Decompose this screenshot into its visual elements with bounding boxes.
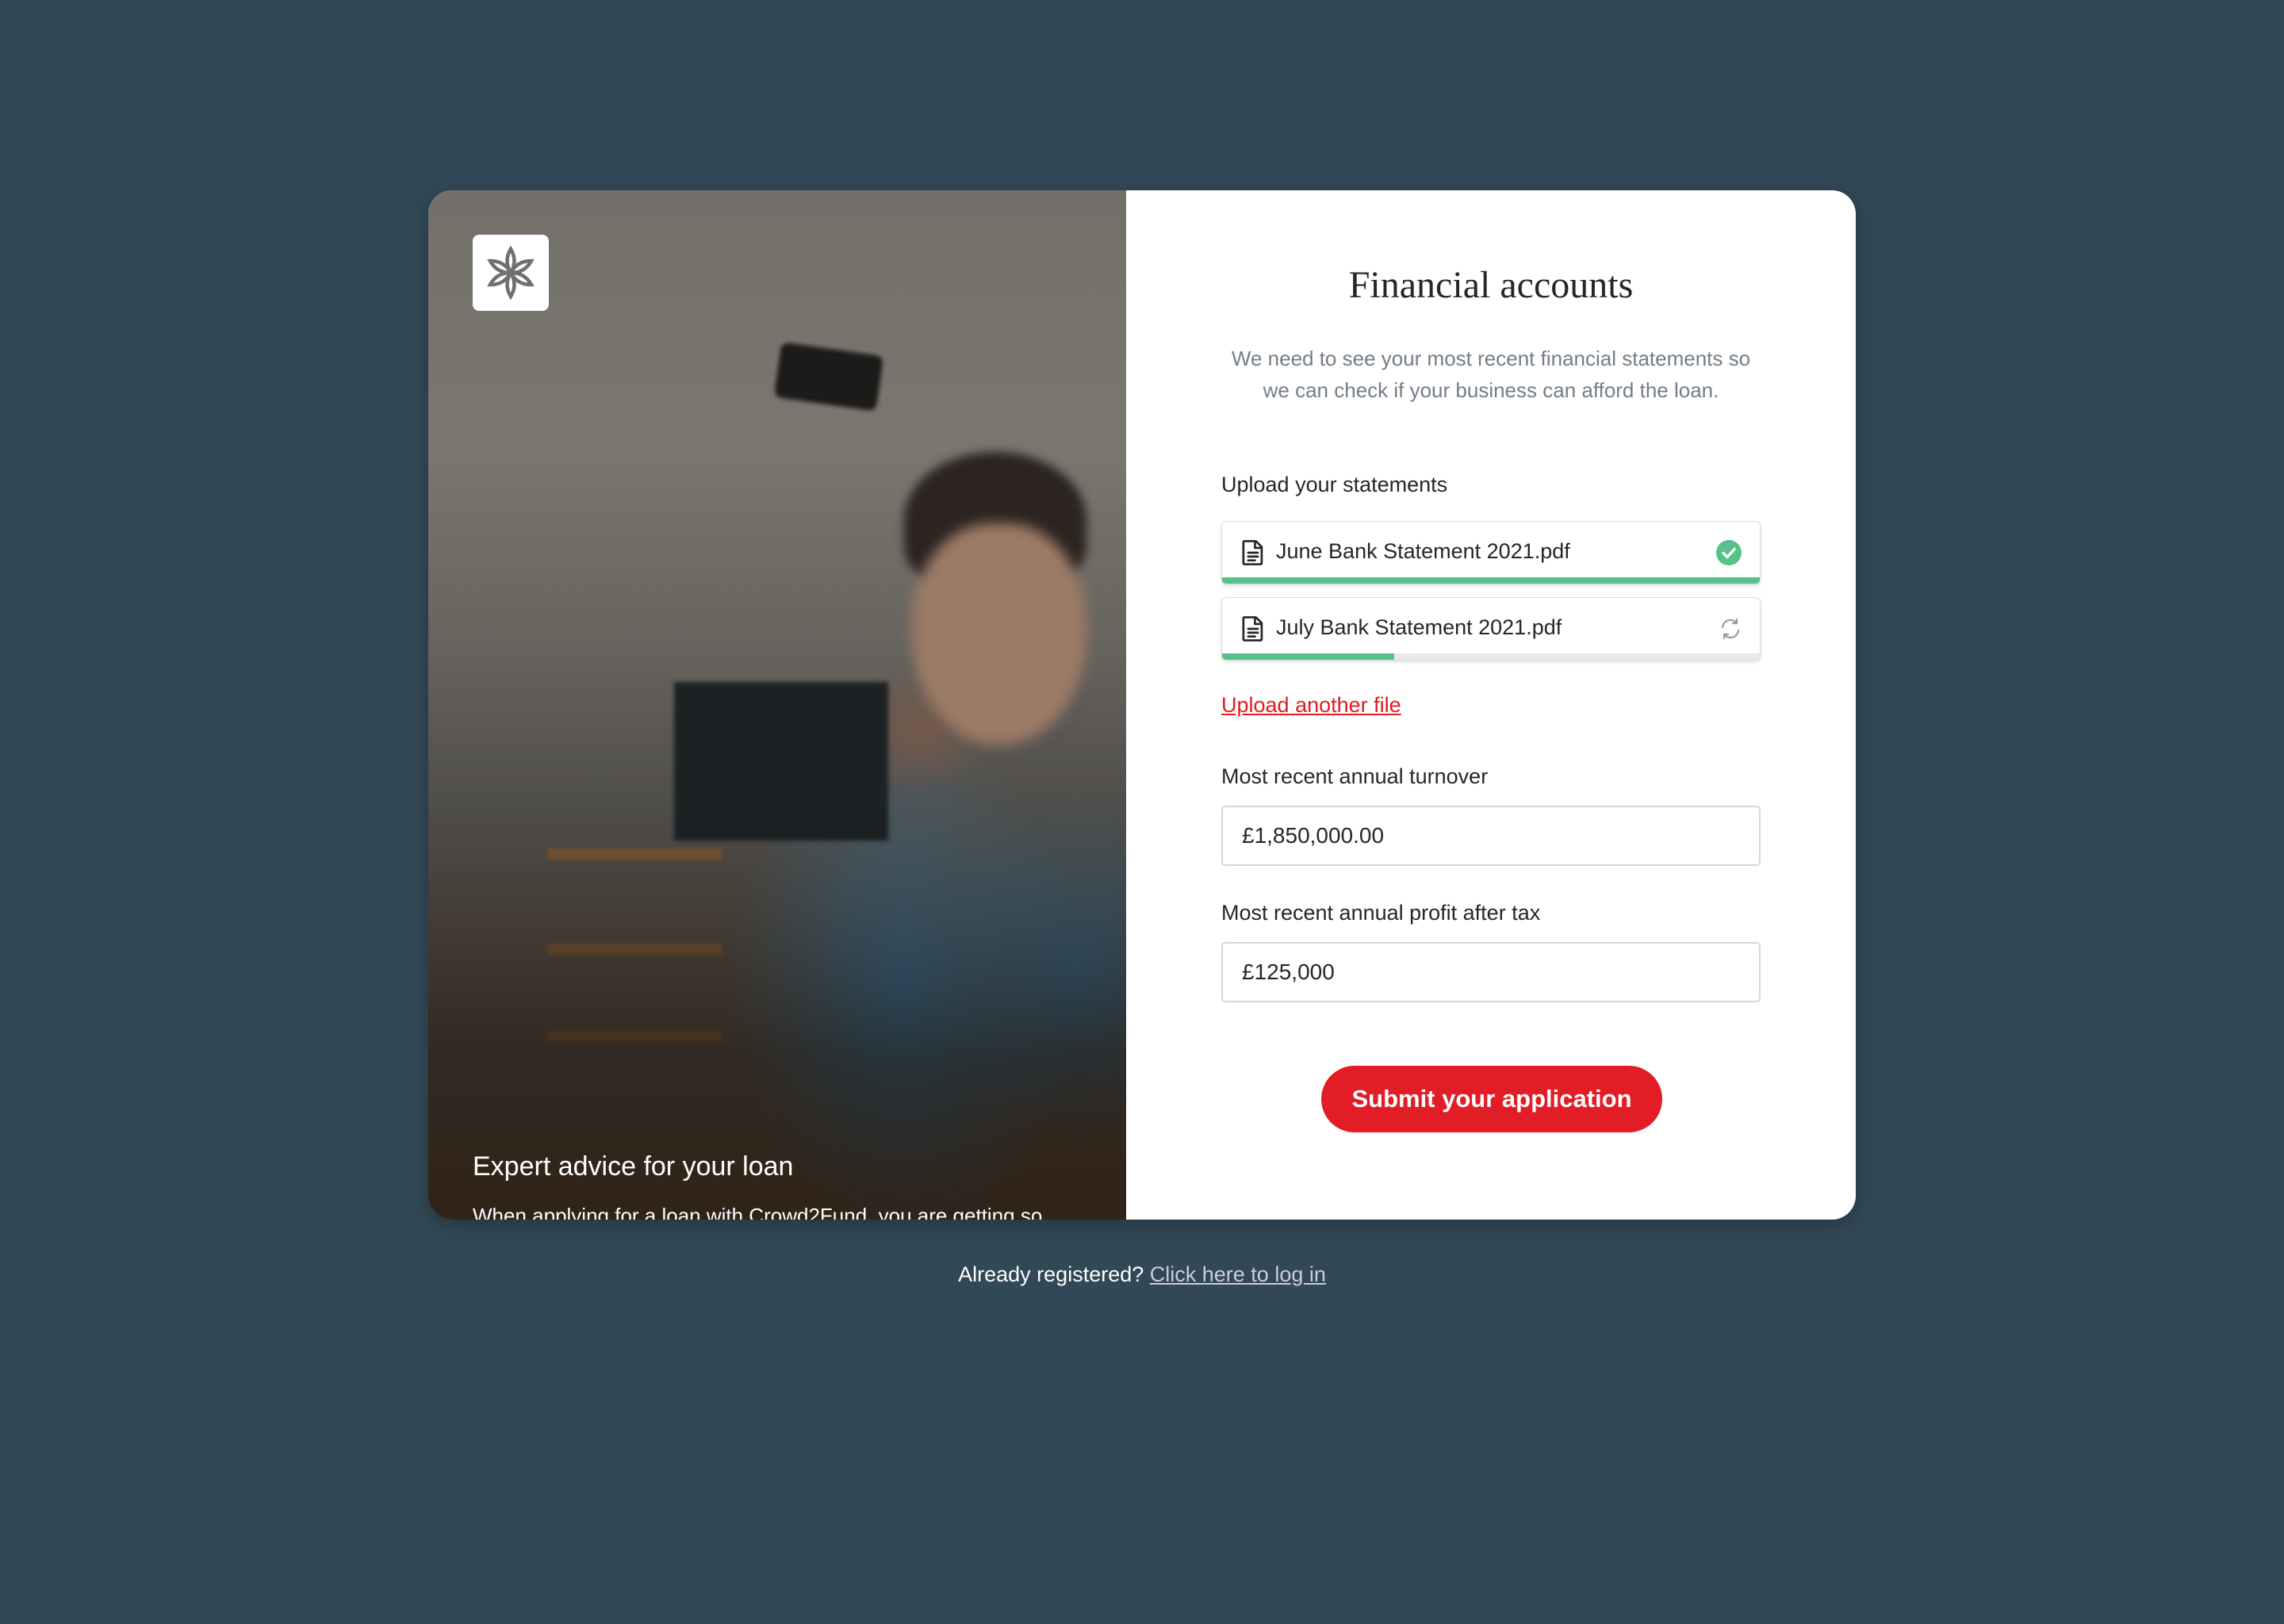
document-icon <box>1242 616 1263 642</box>
turnover-label: Most recent annual turnover <box>1221 764 1489 788</box>
signup-card: Expert advice for your loan When applyin… <box>428 190 1856 1220</box>
turnover-input[interactable] <box>1221 806 1761 866</box>
photo-ceiling-lamp <box>773 342 884 412</box>
promo-heading: Expert advice for your loan <box>473 1151 794 1182</box>
upload-progress-bar <box>1222 653 1760 660</box>
flower-star-logo-icon <box>487 245 535 301</box>
financial-accounts-form: Financial accounts We need to see your m… <box>1126 190 1856 1220</box>
login-link[interactable]: Click here to log in <box>1150 1262 1326 1286</box>
file-name: July Bank Statement 2021.pdf <box>1276 615 1562 639</box>
already-registered-text: Already registered? <box>958 1262 1150 1286</box>
page-subtitle: We need to see your most recent financia… <box>1231 347 1751 402</box>
login-prompt: Already registered? Click here to log in <box>0 1262 2284 1287</box>
upload-progress-fill <box>1222 577 1760 584</box>
photo-person-face <box>912 523 1086 745</box>
brand-logo <box>473 235 549 311</box>
refresh-icon <box>1721 618 1740 640</box>
file-item[interactable]: June Bank Statement 2021.pdf <box>1221 521 1761 584</box>
profit-input[interactable] <box>1221 942 1761 1002</box>
profit-label: Most recent annual profit after tax <box>1221 901 1541 925</box>
check-circle-icon <box>1716 540 1742 565</box>
hero-photo: Expert advice for your loan When applyin… <box>428 190 1126 1220</box>
page-title: Financial accounts <box>1348 264 1634 306</box>
submit-application-button[interactable]: Submit your application <box>1321 1066 1662 1132</box>
upload-progress-bar <box>1222 577 1760 584</box>
upload-another-file-link[interactable]: Upload another file <box>1221 693 1401 718</box>
file-item[interactable]: July Bank Statement 2021.pdf <box>1221 597 1761 661</box>
promo-body: When applying for a loan with Crowd2Fund… <box>473 1204 1043 1220</box>
file-name: June Bank Statement 2021.pdf <box>1276 539 1570 563</box>
document-icon <box>1242 540 1263 565</box>
promo-block: Expert advice for your loan When applyin… <box>473 1151 1091 1220</box>
upload-label: Upload your statements <box>1221 473 1448 496</box>
upload-progress-fill <box>1222 653 1394 660</box>
